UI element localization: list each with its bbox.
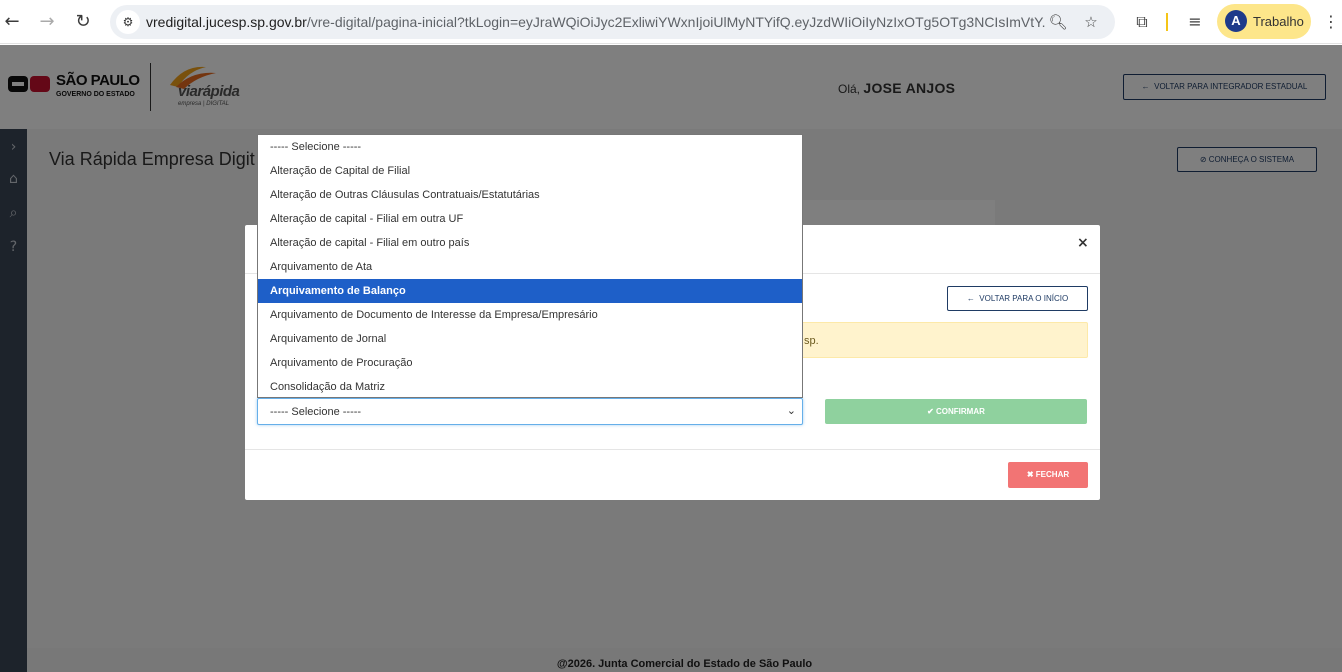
url-path: /vre-digital/pagina-inicial?tkLogin=eyJr…	[306, 14, 1046, 30]
star-icon[interactable]: ☆	[1081, 12, 1101, 32]
x-icon: ✖	[1026, 470, 1034, 479]
close-label: FECHAR	[1035, 470, 1070, 479]
reload-icon[interactable]: ↻	[71, 10, 95, 34]
avatar: A	[1225, 10, 1247, 32]
menu-icon[interactable]: ⋮	[1320, 11, 1342, 33]
close-button[interactable]: ✖ FECHAR	[1008, 462, 1088, 488]
forward-icon[interactable]: →	[35, 10, 59, 34]
back-home-label: VOLTAR PARA O INÍCIO	[979, 294, 1069, 303]
arrow-left-icon: ←	[966, 294, 975, 303]
url-text[interactable]: vredigital.jucesp.sp.gov.br/vre-digital/…	[146, 14, 1046, 30]
media-icon[interactable]: ≡	[1184, 11, 1206, 33]
toolbar-separator	[1166, 13, 1168, 31]
modal-divider-bottom	[245, 449, 1100, 450]
dropdown-option[interactable]: Arquivamento de Ata	[258, 255, 802, 279]
dropdown-option[interactable]: Alteração de capital - Filial em outra U…	[258, 207, 802, 231]
back-home-button[interactable]: ← VOLTAR PARA O INÍCIO	[947, 286, 1088, 311]
dropdown-option-highlighted[interactable]: Arquivamento de Balanço	[258, 279, 802, 303]
profile-button[interactable]: A Trabalho	[1217, 4, 1311, 39]
extensions-icon[interactable]: ⧉	[1131, 11, 1153, 33]
back-icon[interactable]: ←	[0, 10, 24, 34]
alert-text: sp.	[804, 335, 819, 347]
dropdown-option[interactable]: Arquivamento de Jornal	[258, 327, 802, 351]
dropdown-option[interactable]: ----- Selecione -----	[258, 135, 802, 159]
dropdown-option[interactable]: Alteração de Outras Cláusulas Contratuai…	[258, 183, 802, 207]
browser-toolbar: ← → ↻ ⚙ vredigital.jucesp.sp.gov.br/vre-…	[0, 0, 1342, 44]
act-type-select[interactable]: ----- Selecione ----- ⌄	[257, 398, 803, 425]
dropdown-option[interactable]: Consolidação da Matriz	[258, 375, 802, 399]
address-bar[interactable]: ⚙ vredigital.jucesp.sp.gov.br/vre-digita…	[110, 5, 1115, 39]
select-dropdown-list: ----- Selecione ----- Alteração de Capit…	[257, 134, 803, 398]
confirm-label: CONFIRMAR	[936, 407, 985, 416]
close-icon[interactable]: ×	[1077, 235, 1089, 251]
zoom-icon[interactable]: 🔍︎	[1048, 12, 1068, 32]
dropdown-option[interactable]: Alteração de Capital de Filial	[258, 159, 802, 183]
confirm-button[interactable]: ✔ CONFIRMAR	[825, 399, 1087, 424]
check-icon: ✔	[927, 407, 934, 416]
site-info-icon[interactable]: ⚙	[116, 10, 140, 34]
dropdown-option[interactable]: Arquivamento de Procuração	[258, 351, 802, 375]
profile-name: Trabalho	[1253, 14, 1304, 29]
dropdown-option[interactable]: Alteração de capital - Filial em outro p…	[258, 231, 802, 255]
url-host: vredigital.jucesp.sp.gov.br	[146, 14, 307, 30]
select-value: ----- Selecione -----	[270, 406, 362, 418]
chevron-down-icon: ⌄	[786, 404, 796, 417]
dropdown-option[interactable]: Arquivamento de Documento de Interesse d…	[258, 303, 802, 327]
